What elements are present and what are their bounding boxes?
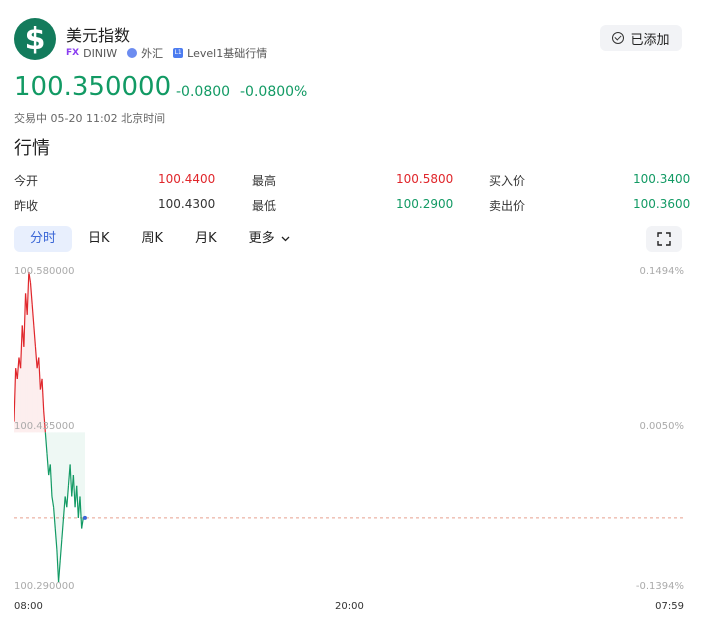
x-tick-mid: 20:00	[335, 601, 364, 612]
low-value: 100.2900	[396, 197, 454, 211]
high-label: 最高	[252, 174, 277, 188]
prev-close-value: 100.4300	[158, 197, 216, 211]
pct-label-top: 0.1494%	[639, 266, 685, 277]
fx-badge-icon: FX	[66, 48, 80, 58]
open-label: 今开	[14, 174, 39, 188]
x-tick-start: 08:00	[14, 601, 43, 612]
tab-daily-k[interactable]: 日K	[72, 226, 126, 252]
open-value: 100.4400	[158, 172, 216, 186]
fullscreen-button[interactable]	[646, 226, 682, 252]
tab-monthly-k[interactable]: 月K	[179, 226, 233, 252]
globe-icon	[127, 48, 138, 58]
price-change-percent: -0.0800%	[240, 84, 308, 100]
added-watchlist-button[interactable]: 已添加	[600, 25, 682, 51]
chart-plot	[14, 271, 684, 583]
area-fill-segment	[81, 432, 84, 529]
dollar-logo-icon: $	[14, 18, 56, 60]
area-fill-segment	[83, 432, 85, 518]
fullscreen-icon	[657, 232, 671, 246]
bid-value: 100.3400	[633, 172, 691, 186]
last-price: 100.350000	[14, 72, 172, 102]
tag-level: L1 Level1基础行情	[173, 47, 268, 60]
y-label-top: 100.580000	[14, 266, 75, 277]
prev-close-label: 昨收	[14, 199, 39, 213]
tab-weekly-k[interactable]: 周K	[126, 226, 180, 252]
level1-icon: L1	[173, 48, 184, 58]
tag-market: 外汇	[127, 45, 163, 61]
check-circle-icon	[612, 32, 625, 44]
instrument-name: 美元指数	[66, 26, 131, 45]
pct-label-bottom: -0.1394%	[635, 581, 684, 592]
low-label: 最低	[252, 199, 277, 213]
tag-symbol: FX DINIW	[66, 46, 118, 60]
y-label-mid: 100.435000	[14, 421, 75, 432]
trading-status: 交易中 05-20 11:02 北京时间	[14, 112, 166, 125]
period-tabs: 分时 日K 周K 月K 更多	[14, 226, 306, 252]
intraday-chart: 100.580000 100.435000 100.290000 0.1494%…	[14, 262, 685, 612]
instrument-tags: FX DINIW 外汇 L1 Level1基础行情	[66, 45, 267, 61]
pct-label-mid: 0.0050%	[639, 421, 685, 432]
current-price-point	[82, 515, 87, 520]
bid-label: 买入价	[489, 174, 526, 188]
chevron-down-icon	[281, 236, 290, 241]
tab-more[interactable]: 更多	[233, 226, 306, 252]
ask-label: 卖出价	[489, 199, 526, 213]
ask-value: 100.3600	[633, 197, 691, 211]
tab-intraday[interactable]: 分时	[14, 226, 73, 252]
y-label-bottom: 100.290000	[14, 581, 75, 592]
area-fill-segment	[65, 432, 67, 508]
price-change: -0.0800	[176, 84, 231, 100]
section-title: 行情	[14, 138, 50, 159]
high-value: 100.5800	[396, 172, 454, 186]
area-fill-segment	[28, 272, 31, 433]
x-tick-end: 07:59	[655, 601, 684, 612]
